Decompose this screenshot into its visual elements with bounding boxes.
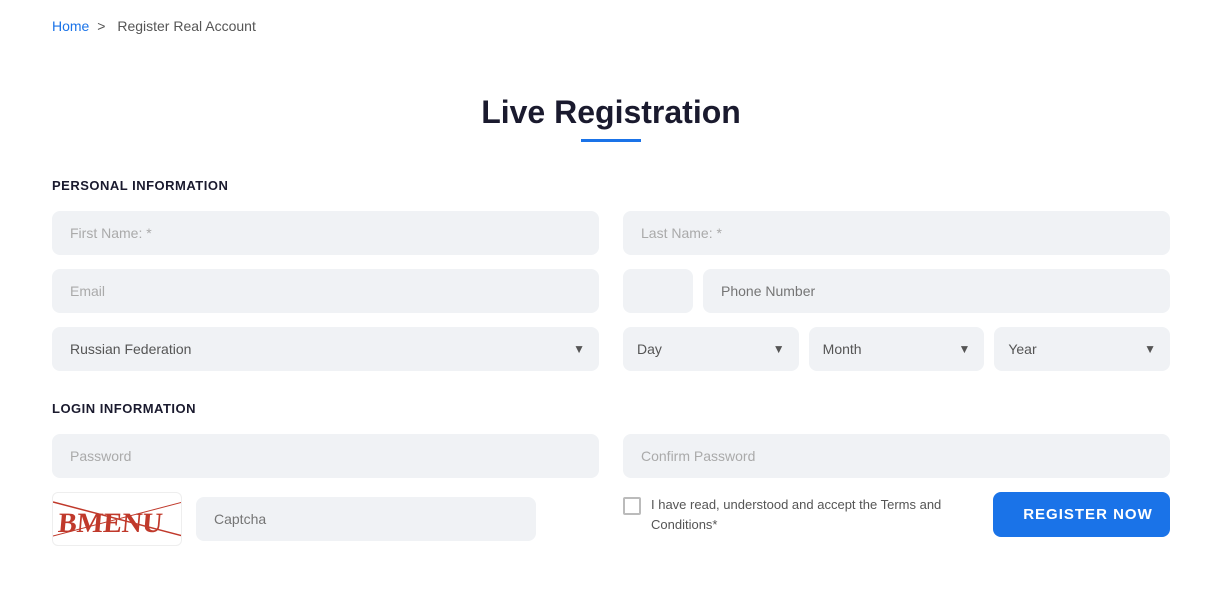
month-select-wrapper: Month JanuaryFebruaryMarch AprilMayJune … (809, 327, 985, 371)
login-right-col: I have read, understood and accept the T… (623, 434, 1170, 546)
title-underline (581, 139, 641, 142)
country-select-wrapper: Russian Federation United States United … (52, 327, 599, 371)
first-name-input[interactable] (52, 211, 599, 255)
email-input[interactable] (52, 269, 599, 313)
phone-code-input[interactable]: 7 (623, 269, 693, 313)
personal-info-label: PERSONAL INFORMATION (52, 178, 1170, 193)
personal-left-col: Russian Federation United States United … (52, 211, 599, 371)
terms-row: I have read, understood and accept the T… (623, 495, 973, 534)
personal-right-col: 7 Day 12345 678910 1112131415 1617181920… (623, 211, 1170, 371)
captcha-image: BMENU (52, 492, 182, 546)
dob-row: Day 12345 678910 1112131415 1617181920 2… (623, 327, 1170, 371)
phone-row: 7 (623, 269, 1170, 313)
year-select[interactable]: Year 1980198119821983 1984198519861987 1… (994, 327, 1170, 371)
terms-text: I have read, understood and accept the T… (651, 495, 973, 534)
login-row: BMENU I have read, understood and accept… (52, 434, 1170, 546)
page-title: Live Registration (0, 64, 1222, 139)
login-left-col: BMENU (52, 434, 599, 546)
login-section: LOGIN INFORMATION BMENU (52, 401, 1170, 546)
login-info-label: LOGIN INFORMATION (52, 401, 1170, 416)
confirm-password-input[interactable] (623, 434, 1170, 478)
terms-and-register-row: I have read, understood and accept the T… (623, 492, 1170, 537)
breadcrumb-home-link[interactable]: Home (52, 18, 89, 34)
month-select[interactable]: Month JanuaryFebruaryMarch AprilMayJune … (809, 327, 985, 371)
day-select-wrapper: Day 12345 678910 1112131415 1617181920 2… (623, 327, 799, 371)
breadcrumb-current: Register Real Account (117, 18, 256, 34)
phone-number-input[interactable] (703, 269, 1170, 313)
breadcrumb-separator: > (97, 18, 105, 34)
password-input[interactable] (52, 434, 599, 478)
personal-info-row: Russian Federation United States United … (52, 211, 1170, 371)
breadcrumb: Home > Register Real Account (0, 0, 1222, 34)
last-name-input[interactable] (623, 211, 1170, 255)
svg-text:BMENU: BMENU (57, 508, 164, 539)
country-select[interactable]: Russian Federation United States United … (52, 327, 599, 371)
year-select-wrapper: Year 1980198119821983 1984198519861987 1… (994, 327, 1170, 371)
form-container: PERSONAL INFORMATION Russian Federation … (0, 178, 1222, 600)
captcha-input[interactable] (196, 497, 536, 541)
day-select[interactable]: Day 12345 678910 1112131415 1617181920 2… (623, 327, 799, 371)
captcha-row: BMENU (52, 492, 599, 546)
terms-checkbox[interactable] (623, 497, 641, 515)
register-button[interactable]: REGISTER NOW (993, 492, 1170, 537)
